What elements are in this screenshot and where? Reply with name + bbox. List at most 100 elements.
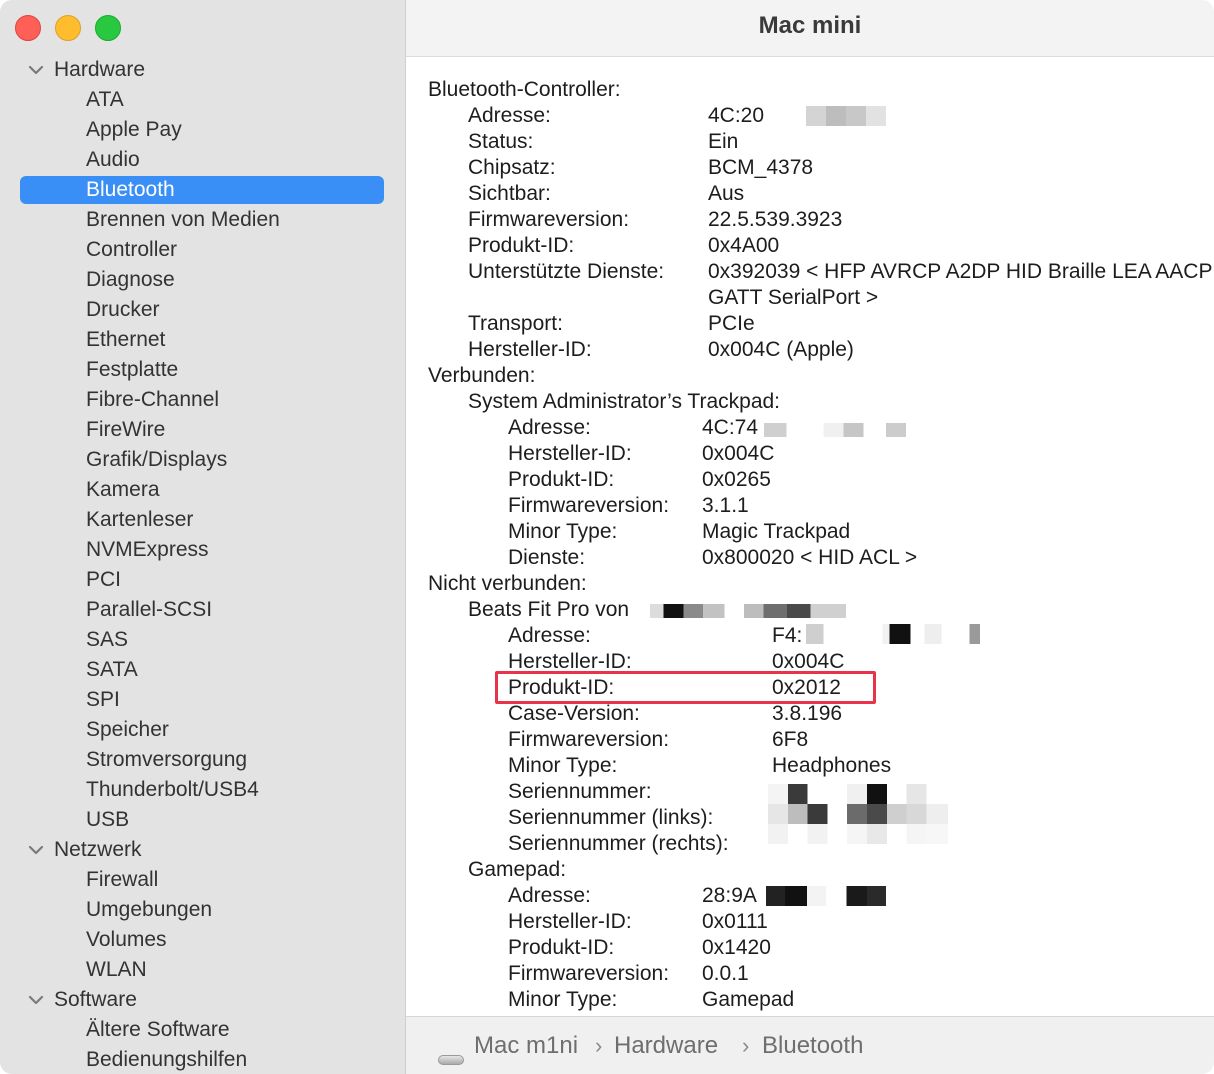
sidebar-item-label: Bedienungshilfen (86, 1048, 248, 1071)
sidebar-item[interactable]: Umgebungen (0, 895, 405, 925)
sidebar-item[interactable]: Fibre-Channel (0, 385, 405, 415)
sidebar-item[interactable]: Audio (0, 145, 405, 175)
redacted-block (766, 886, 886, 906)
sidebar-item[interactable]: Ältere Software (0, 1015, 405, 1045)
sidebar-item[interactable]: Bedienungshilfen (0, 1045, 405, 1074)
detail-label: Adresse: (468, 104, 551, 127)
chevron-down-icon[interactable] (26, 835, 46, 865)
sidebar-item[interactable]: PCI (0, 565, 405, 595)
sidebar-group-software[interactable]: Software (0, 985, 405, 1015)
chevron-right-icon: › (742, 1033, 750, 1058)
detail-label: Hersteller-ID: (468, 338, 592, 361)
sidebar-group-netzwerk[interactable]: Netzwerk (0, 835, 405, 865)
sidebar-item[interactable]: Apple Pay (0, 115, 405, 145)
sidebar-item-label: Stromversorgung (86, 748, 248, 771)
sidebar-item[interactable]: Festplatte (0, 355, 405, 385)
sidebar-item[interactable]: SAS (0, 625, 405, 655)
detail-value: PCIe (708, 312, 755, 335)
sidebar-item[interactable]: Thunderbolt/USB4 (0, 775, 405, 805)
redacted-block (764, 423, 906, 437)
chevron-down-icon[interactable] (26, 55, 46, 85)
sidebar-item[interactable]: Drucker (0, 295, 405, 325)
sidebar-item[interactable]: USB (0, 805, 405, 835)
sidebar-item-label: Thunderbolt/USB4 (86, 778, 259, 801)
breadcrumb-computer[interactable]: Mac m1ni (474, 1031, 578, 1061)
sidebar-item-label: Drucker (86, 298, 160, 321)
sidebar-item[interactable]: Ethernet (0, 325, 405, 355)
detail-label: Firmwareversion: (468, 208, 630, 231)
detail-label: Firmwareversion: (508, 962, 670, 985)
detail-value: F4: (772, 624, 803, 647)
sidebar-item[interactable]: Diagnose (0, 265, 405, 295)
detail-value: 6F8 (772, 728, 809, 751)
detail-label: Dienste: (508, 546, 586, 569)
sidebar-item-label: Ethernet (86, 328, 166, 351)
sidebar-item[interactable]: Kamera (0, 475, 405, 505)
sidebar-item-label: Umgebungen (86, 898, 213, 921)
breadcrumb-bluetooth[interactable]: Bluetooth (762, 1031, 863, 1061)
sidebar-item[interactable]: Controller (0, 235, 405, 265)
sidebar-item[interactable]: Firewall (0, 865, 405, 895)
sidebar-group-label: Software (54, 988, 137, 1011)
detail-label: Seriennummer: (508, 780, 652, 803)
detail-value: 4C:20 (708, 104, 765, 127)
chevron-down-icon[interactable] (26, 985, 46, 1015)
sidebar-item[interactable]: FireWire (0, 415, 405, 445)
sidebar-item-label: WLAN (86, 958, 147, 981)
detail-value: 0x004C (Apple) (708, 338, 854, 361)
detail-label: Minor Type: (508, 988, 618, 1011)
sidebar-item[interactable]: Parallel-SCSI (0, 595, 405, 625)
sidebar-item-label: ATA (86, 88, 124, 111)
sidebar-item[interactable]: Bluetooth (0, 175, 405, 205)
sidebar-item[interactable]: NVMExpress (0, 535, 405, 565)
sidebar-item[interactable]: WLAN (0, 955, 405, 985)
breadcrumb-hardware[interactable]: Hardware (614, 1031, 718, 1061)
chevron-right-icon: › (595, 1033, 603, 1058)
sidebar-item[interactable]: ATA (0, 85, 405, 115)
highlight-box (495, 671, 876, 704)
sidebar-group-hardware[interactable]: Hardware (0, 55, 405, 85)
mac-mini-icon (438, 1055, 464, 1065)
sidebar-item-label: Volumes (86, 928, 167, 951)
detail-value: 3.1.1 (702, 494, 749, 517)
sidebar-item-label: Controller (86, 238, 178, 261)
sidebar-item-label: Ältere Software (86, 1018, 230, 1041)
detail-label: Minor Type: (508, 754, 618, 777)
detail-value: 0x1420 (702, 936, 771, 959)
minimize-window-button[interactable] (55, 15, 81, 41)
sidebar-item[interactable]: Speicher (0, 715, 405, 745)
detail-value: 0x004C (702, 442, 775, 465)
sidebar-item-label: SPI (86, 688, 120, 711)
sidebar-group-label: Hardware (54, 58, 146, 81)
redacted-block (806, 624, 980, 644)
sidebar-item[interactable]: Kartenleser (0, 505, 405, 535)
detail-label: Firmwareversion: (508, 494, 670, 517)
redacted-block (768, 784, 948, 844)
close-window-button[interactable] (15, 15, 41, 41)
detail-value: 0x0111 (702, 910, 768, 933)
sidebar-item[interactable]: SATA (0, 655, 405, 685)
detail-value: 0x392039 < HFP AVRCP A2DP HID Braille LE… (708, 260, 1213, 283)
sidebar-item-label: Grafik/Displays (86, 448, 228, 471)
sidebar-item[interactable]: Stromversorgung (0, 745, 405, 775)
detail-label: Adresse: (508, 624, 591, 647)
sidebar-item-label: PCI (86, 568, 122, 591)
detail-value: Magic Trackpad (702, 520, 851, 543)
device-name: Beats Fit Pro von (468, 598, 630, 621)
detail-label: Sichtbar: (468, 182, 551, 205)
detail-value: Aus (708, 182, 745, 205)
sidebar-item[interactable]: Volumes (0, 925, 405, 955)
detail-value: BCM_4378 (708, 156, 814, 179)
detail-label: Hersteller-ID: (508, 910, 632, 933)
sidebar-item[interactable]: Brennen von Medien (0, 205, 405, 235)
detail-label: Seriennummer (rechts): (508, 832, 729, 855)
sidebar-item-label: Parallel-SCSI (86, 598, 213, 621)
detail-label: Chipsatz: (468, 156, 556, 179)
detail-label: Minor Type: (508, 520, 618, 543)
sidebar-item-label: FireWire (86, 418, 166, 441)
device-name: Gamepad: (468, 858, 567, 881)
zoom-window-button[interactable] (95, 15, 121, 41)
sidebar-item[interactable]: SPI (0, 685, 405, 715)
sidebar-item[interactable]: Grafik/Displays (0, 445, 405, 475)
sidebar-item-label: Kamera (86, 478, 160, 501)
